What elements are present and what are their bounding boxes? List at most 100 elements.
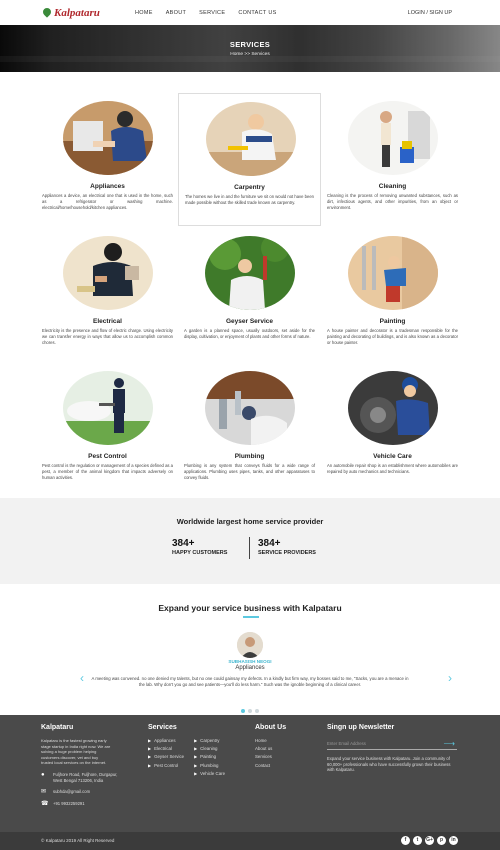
stats-section: Worldwide largest home service provider … (0, 498, 500, 584)
footer-service-link[interactable]: ▶ Electrical (148, 746, 184, 751)
nav-about[interactable]: ABOUT (166, 10, 186, 16)
arrow-right-icon[interactable]: ⟶ (444, 739, 455, 748)
footer-services-list-1: ▶ Appliances ▶ Electrical ▶ Geyser Service … (148, 738, 184, 779)
service-card-geyser[interactable]: Geyser Service A garden is a planned spa… (178, 228, 321, 361)
triangle-right-icon: ▶ (194, 746, 198, 752)
testimonial-text: A meeting was convened. no one denied my… (91, 676, 409, 688)
footer-newsletter-column: Singn up Newsletter Enter Email Address … (327, 724, 457, 773)
newsletter-text: Expand your service business with Kalpat… (327, 756, 451, 773)
footer-about-title: About Us (255, 724, 287, 731)
footer-service-link[interactable]: ▶ Pest Control (148, 763, 184, 768)
footer-about-column: About Us Home About us Services Contact (255, 724, 286, 771)
footer-brand-title: Kalpataru (41, 724, 74, 731)
service-card-carpentry[interactable]: Carpentry The homes we live in and the f… (178, 93, 321, 226)
footer-about-text: Kalpataru is the fastest growing early s… (41, 738, 111, 766)
brand-logo[interactable]: Kalpataru (42, 7, 100, 19)
stat-customers-label: HAPPY CUSTOMERS (172, 550, 228, 556)
carousel-next-icon[interactable]: › (448, 671, 452, 685)
triangle-right-icon: ▶ (148, 746, 152, 752)
footer-services-title: Services (148, 724, 177, 731)
service-title: Carpentry (234, 184, 265, 191)
main-nav: HOME ABOUT SERVICE CONTACT US (135, 0, 277, 25)
newsletter-title: Singn up Newsletter (327, 724, 395, 731)
service-card-electrical[interactable]: Electrical Electricity is the presence a… (36, 228, 179, 361)
carousel-dot[interactable] (248, 709, 252, 713)
footer-email: ✉ subhda@gmail.com (41, 789, 123, 795)
stats-heading: Worldwide largest home service provider (176, 517, 324, 526)
footer-service-link[interactable]: ▶ Cleaning (194, 746, 225, 751)
twitter-icon[interactable]: t (413, 836, 422, 845)
carousel-prev-icon[interactable]: ‹ (80, 671, 84, 685)
footer-about-links: Home About us Services Contact (255, 738, 286, 768)
testimonial-role: Appliances (235, 665, 265, 671)
triangle-right-icon: ▶ (194, 770, 198, 776)
footer-brand-column: Kalpataru Kalpataru is the fastest growi… (41, 724, 123, 807)
service-card-vehicle[interactable]: Vehicle Care An automobile repair shop i… (321, 363, 464, 496)
location-pin-icon: ● (41, 771, 45, 778)
service-title: Plumbing (234, 453, 265, 460)
footer-address-text: Fuljhore Road, Fuljhore, Durgapur, West … (53, 771, 118, 783)
mechanic-photo (348, 371, 438, 445)
carousel-dots (241, 709, 259, 713)
footer-service-link[interactable]: ▶ Plumbing (194, 763, 225, 768)
footer-link-contact[interactable]: Contact (255, 763, 286, 768)
gardener-photo (205, 236, 295, 310)
appliance-repair-photo (63, 101, 153, 175)
google-plus-icon[interactable]: G+ (425, 836, 434, 845)
testimonial-heading: Expand your service business with Kalpat… (158, 603, 342, 613)
footer-service-link[interactable]: ▶ Painting (194, 754, 225, 759)
footer-service-link[interactable]: ▶ Appliances (148, 738, 184, 743)
service-card-appliances[interactable]: Appliances Appliances a device, an elect… (36, 93, 179, 226)
footer-link-home[interactable]: Home (255, 738, 286, 743)
site-footer: Kalpataru Kalpataru is the fastest growi… (0, 715, 500, 832)
carousel-dot[interactable] (241, 709, 245, 713)
carpenter-photo (206, 102, 296, 176)
login-signup-link[interactable]: LOGIN / SIGN UP (408, 0, 452, 25)
nav-home[interactable]: HOME (135, 10, 153, 16)
facebook-icon[interactable]: f (401, 836, 410, 845)
breadcrumb: Home >> Services (230, 52, 270, 57)
newsletter-email-placeholder: Enter Email Address (327, 741, 366, 746)
footer-service-link[interactable]: ▶ Carpentry (194, 738, 225, 743)
footer-phone-text[interactable]: +91 9932259291 (53, 801, 85, 807)
testimonial-name: SUBHASISH NEOGI (228, 659, 272, 664)
heading-underline (243, 616, 259, 618)
service-card-cleaning[interactable]: Cleaning Cleaning is the process of remo… (321, 93, 464, 226)
painter-photo (348, 236, 438, 310)
service-title: Electrical (93, 318, 122, 325)
footer-phone: ☎ +91 9932259291 (41, 801, 123, 807)
page-title: SERVICES (229, 40, 271, 49)
service-description: Cleaning is the process of removing unwa… (327, 193, 458, 211)
nav-service[interactable]: SERVICE (199, 10, 225, 16)
service-card-plumbing[interactable]: Plumbing Plumbing is any system that con… (178, 363, 321, 496)
newsletter-email-input[interactable]: Enter Email Address ⟶ (327, 738, 457, 750)
service-title: Geyser Service (226, 318, 273, 325)
stat-providers-number: 384+ (258, 538, 281, 549)
service-title: Appliances (90, 183, 125, 190)
service-card-painting[interactable]: Painting A house painter and decorator i… (321, 228, 464, 361)
pinterest-icon[interactable]: p (437, 836, 446, 845)
service-description: Plumbing is any system that conveys flui… (184, 463, 315, 481)
service-title: Cleaning (378, 183, 407, 190)
electrician-photo (63, 236, 153, 310)
service-title: Painting (379, 318, 406, 325)
envelope-icon: ✉ (41, 789, 47, 796)
social-links: f t G+ p in (401, 836, 458, 845)
service-description: The homes we live in and the furniture w… (185, 194, 314, 206)
stat-customers-number: 384+ (172, 538, 195, 549)
footer-email-text[interactable]: subhda@gmail.com (53, 789, 90, 795)
brand-name: Kalpataru (54, 6, 100, 19)
carousel-dot[interactable] (255, 709, 259, 713)
footer-bottom-bar: © Kalpataru 2019 All Right Reserved f t … (0, 832, 500, 850)
footer-link-about[interactable]: About us (255, 746, 286, 751)
footer-link-services[interactable]: Services (255, 754, 286, 759)
linkedin-icon[interactable]: in (449, 836, 458, 845)
stats-divider (249, 537, 250, 559)
service-description: A garden is a planned space, usually out… (184, 328, 315, 340)
service-card-pest[interactable]: Pest Control Pest control is the regulat… (36, 363, 179, 496)
service-description: Pest control is the regulation or manage… (42, 463, 173, 481)
service-description: Electricity is the presence and flow of … (42, 328, 173, 346)
nav-contact[interactable]: CONTACT US (238, 10, 276, 16)
footer-service-link[interactable]: ▶ Vehicle Care (194, 771, 225, 776)
footer-service-link[interactable]: ▶ Geyser Service (148, 754, 184, 759)
